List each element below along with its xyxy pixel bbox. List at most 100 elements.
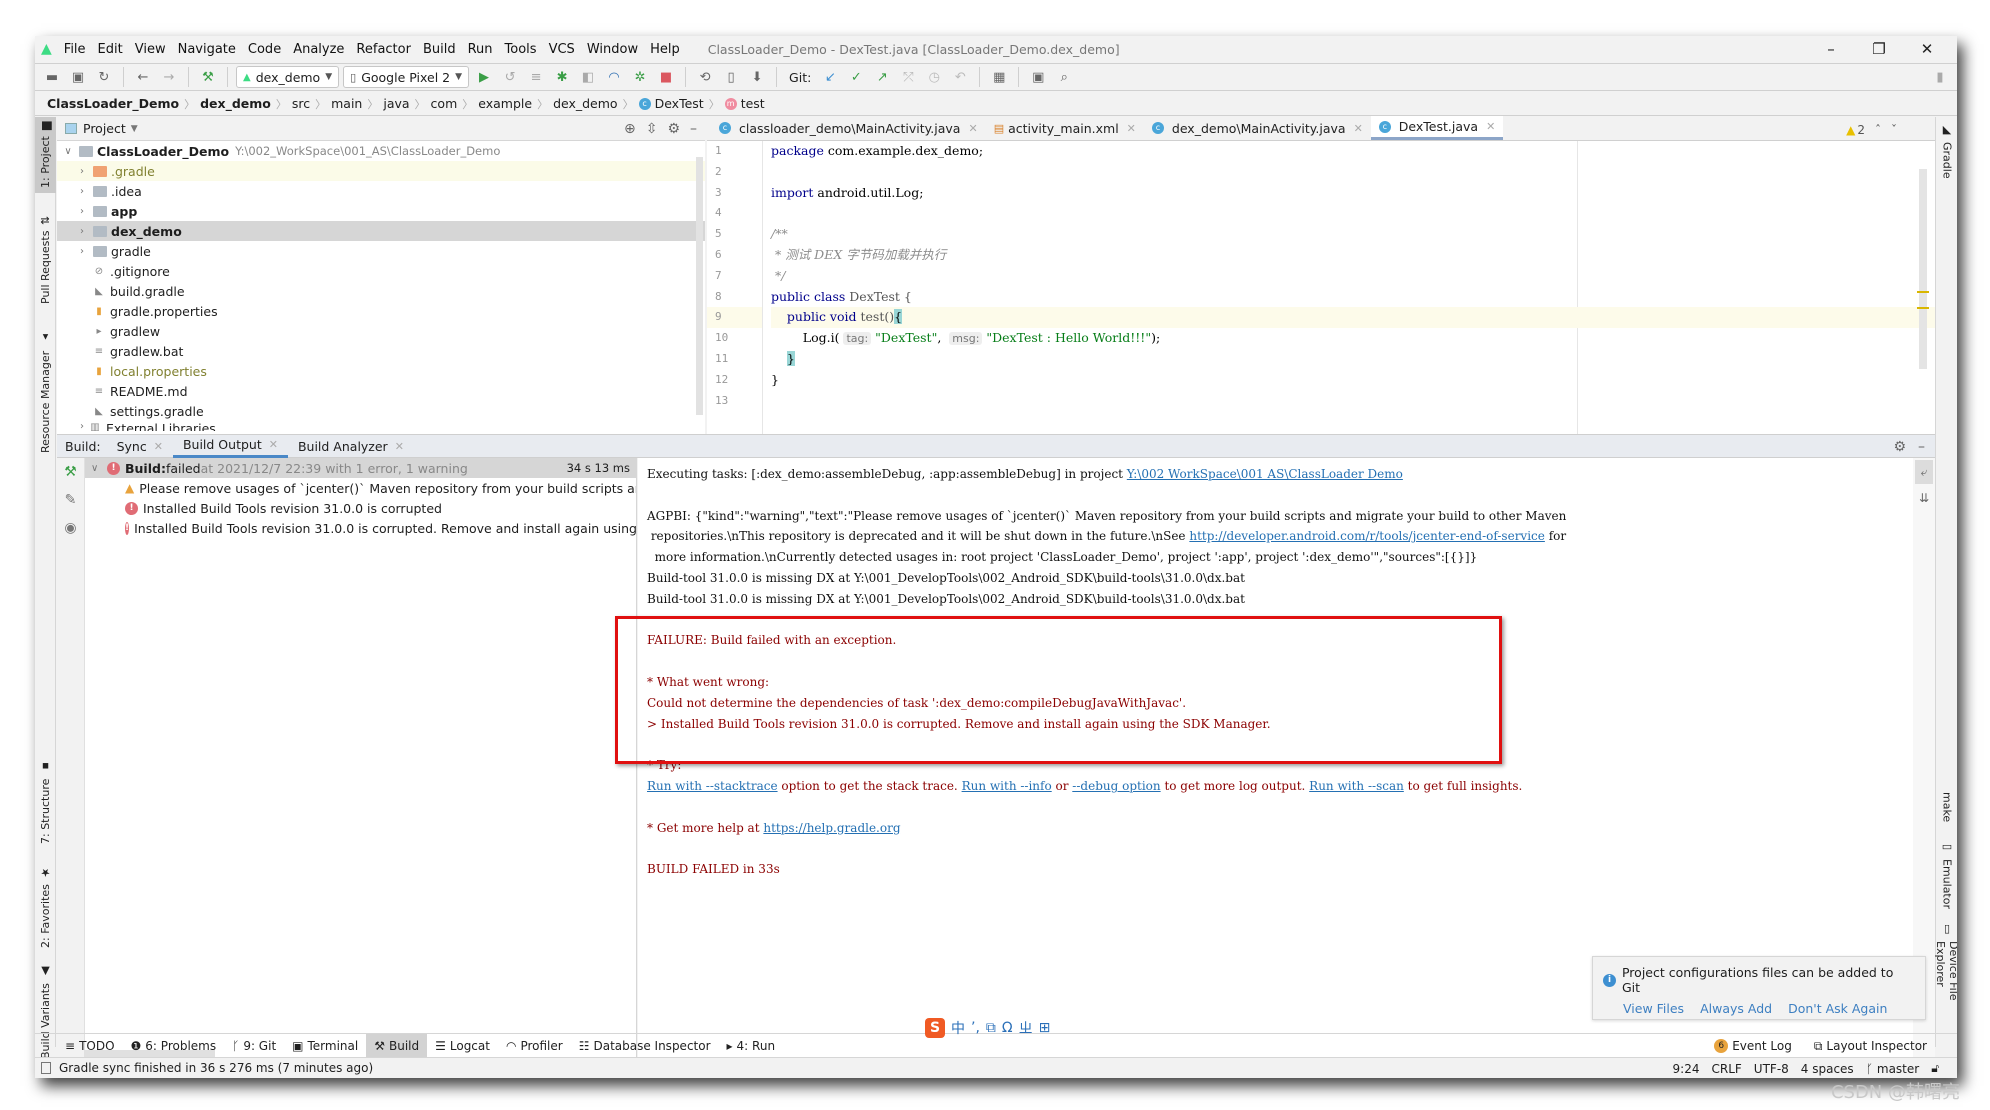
menu-code[interactable]: Code: [248, 42, 281, 57]
tool-window-build[interactable]: ⚒ Build: [366, 1033, 428, 1058]
apply-changes-icon[interactable]: ↺: [499, 66, 521, 88]
git-rollback-icon[interactable]: ↶: [949, 66, 971, 88]
save-icon[interactable]: ▣: [67, 66, 89, 88]
build-tab-build-analyzer[interactable]: Build Analyzer ✕: [288, 434, 414, 458]
close-tab-icon[interactable]: ✕: [968, 122, 977, 135]
file-encoding[interactable]: UTF-8: [1754, 1062, 1789, 1076]
stop-icon[interactable]: ■: [655, 66, 677, 88]
ime-menu-icon[interactable]: ⊞: [1039, 1020, 1051, 1036]
apply-code-icon[interactable]: ≡: [525, 66, 547, 88]
git-merge-icon[interactable]: ⤱: [897, 66, 919, 88]
chevron-down-icon[interactable]: ∨: [61, 146, 75, 157]
menu-build[interactable]: Build: [423, 42, 456, 57]
close-tab-icon[interactable]: ✕: [1354, 122, 1363, 135]
locate-icon[interactable]: ⊕: [624, 121, 636, 137]
close-tab-icon[interactable]: ✕: [1127, 122, 1136, 135]
project-path-link[interactable]: Y:\002 WorkSpace\001 AS\ClassLoader Demo: [1127, 467, 1403, 481]
search-icon[interactable]: ⌕: [1053, 66, 1075, 88]
menu-refactor[interactable]: Refactor: [356, 42, 411, 57]
device-select[interactable]: ▯ Google Pixel 2 ▼: [343, 66, 470, 88]
tree-item-gitignore[interactable]: ⊘ .gitignore: [57, 261, 705, 281]
tree-item-gradlew[interactable]: ▸ gradlew: [57, 321, 705, 341]
make-hammer-icon[interactable]: ⚒: [197, 66, 219, 88]
menu-window[interactable]: Window: [587, 42, 638, 57]
line-separator[interactable]: CRLF: [1711, 1062, 1741, 1076]
ime-punctuation-icon[interactable]: ’,: [971, 1020, 980, 1036]
open-folder-icon[interactable]: ▬: [41, 66, 63, 88]
tool-tab-favorites[interactable]: 2: Favorites ★: [35, 862, 56, 952]
gear-icon[interactable]: ⚙: [667, 121, 680, 137]
gradle-help-link[interactable]: https://help.gradle.org: [763, 821, 900, 835]
menu-file[interactable]: File: [64, 42, 86, 57]
build-tree-warning[interactable]: ▲ Please remove usages of `jcenter()` Mav…: [85, 478, 636, 498]
view-filter-icon[interactable]: ◉: [57, 514, 84, 542]
status-message[interactable]: Gradle sync finished in 36 s 276 ms (7 m…: [59, 1061, 373, 1075]
build-tree-error[interactable]: ! Installed Build Tools revision 31.0.0 i…: [85, 498, 636, 518]
tree-scrollbar[interactable]: [696, 157, 703, 415]
git-branch-widget[interactable]: ᚴ master: [1866, 1062, 1920, 1076]
breadcrumb-item[interactable]: com: [431, 96, 458, 111]
tool-tab-make[interactable]: make: [1936, 787, 1957, 827]
chevron-down-icon[interactable]: ˇ: [1891, 123, 1897, 137]
menu-view[interactable]: View: [135, 42, 166, 57]
menu-edit[interactable]: Edit: [98, 42, 123, 57]
rebuild-hammer-icon[interactable]: ⚒: [57, 458, 84, 486]
debug-icon[interactable]: ✱: [551, 66, 573, 88]
build-tab-sync[interactable]: Sync ✕: [107, 434, 173, 458]
git-update-icon[interactable]: ↙: [819, 66, 841, 88]
hide-icon[interactable]: –: [690, 121, 697, 137]
tool-window-logcat[interactable]: ☰ Logcat: [427, 1034, 498, 1058]
tree-root[interactable]: ∨ ClassLoader_Demo Y:\002_WorkSpace\001_…: [57, 141, 705, 161]
editor-tab-classloader-mainactivity[interactable]: c classloader_demo\MainActivity.java ✕: [711, 116, 986, 140]
collapse-all-icon[interactable]: ⇳: [646, 121, 658, 137]
breadcrumb-method[interactable]: m test: [724, 96, 765, 111]
run-icon[interactable]: ▶: [473, 66, 495, 88]
menu-tools[interactable]: Tools: [505, 42, 537, 57]
git-history-icon[interactable]: ◷: [923, 66, 945, 88]
breadcrumb-item[interactable]: example: [478, 96, 532, 111]
ime-chinese-icon[interactable]: 中: [951, 1018, 965, 1038]
chevron-down-icon[interactable]: ▼: [131, 124, 138, 134]
menu-help[interactable]: Help: [650, 42, 680, 57]
tool-window-problems[interactable]: ❶ 6: Problems: [123, 1034, 225, 1058]
inspection-widget[interactable]: ▲ 2 ˆ ˇ: [1846, 123, 1897, 137]
tree-item-build-gradle[interactable]: ◣ build.gradle: [57, 281, 705, 301]
tool-window-terminal[interactable]: ▣ Terminal: [284, 1034, 366, 1058]
tree-item-external-libraries[interactable]: › ▥ External Libraries: [57, 421, 705, 431]
user-icon[interactable]: ▮: [1929, 66, 1951, 88]
tree-item-gradlew-bat[interactable]: ≡ gradlew.bat: [57, 341, 705, 361]
always-add-link[interactable]: Always Add: [1700, 1001, 1772, 1016]
tool-tab-resource-manager[interactable]: Resource Manager ▴: [35, 327, 56, 457]
ime-tool-icon[interactable]: ㄓ: [1019, 1018, 1033, 1038]
sogou-logo-icon[interactable]: S: [925, 1018, 945, 1038]
build-tree-error[interactable]: ! Installed Build Tools revision 31.0.0 i…: [85, 518, 636, 538]
info-link[interactable]: Run with --info: [962, 779, 1052, 793]
caret-position[interactable]: 9:24: [1673, 1062, 1700, 1076]
debug-link[interactable]: --debug option: [1072, 779, 1160, 793]
back-icon[interactable]: ←: [132, 66, 154, 88]
ime-fullwidth-icon[interactable]: ⧉: [986, 1020, 996, 1036]
menu-vcs[interactable]: VCS: [549, 42, 575, 57]
tree-item-idea[interactable]: › .idea: [57, 181, 705, 201]
stacktrace-link[interactable]: Run with --stacktrace: [647, 779, 778, 793]
coverage-icon[interactable]: ◧: [577, 66, 599, 88]
warning-marker[interactable]: [1917, 307, 1929, 309]
tree-item-readme[interactable]: ≡ README.md: [57, 381, 705, 401]
chevron-right-icon[interactable]: ›: [75, 206, 89, 217]
close-tab-icon[interactable]: ✕: [1486, 120, 1495, 133]
scan-link[interactable]: Run with --scan: [1309, 779, 1404, 793]
tool-window-git[interactable]: ᚴ 9: Git: [224, 1034, 284, 1058]
breadcrumb-item[interactable]: src: [292, 96, 310, 111]
editor-tab-dextest[interactable]: c DexTest.java ✕: [1370, 116, 1504, 140]
close-tab-icon[interactable]: ✕: [269, 438, 278, 451]
menu-run[interactable]: Run: [468, 42, 493, 57]
gear-icon[interactable]: ⚙: [1893, 439, 1906, 455]
breadcrumb-item[interactable]: dex_demo: [553, 96, 618, 111]
hide-icon[interactable]: –: [1918, 439, 1925, 455]
layout-inspector-button[interactable]: ⧉ Layout Inspector: [1814, 1039, 1927, 1054]
event-log-button[interactable]: 6 Event Log: [1714, 1039, 1792, 1053]
status-toggle-icon[interactable]: [41, 1062, 51, 1074]
chevron-right-icon[interactable]: ›: [75, 226, 89, 237]
breadcrumb-item[interactable]: dex_demo: [200, 96, 271, 111]
breadcrumb-class[interactable]: c DexTest: [638, 96, 704, 111]
